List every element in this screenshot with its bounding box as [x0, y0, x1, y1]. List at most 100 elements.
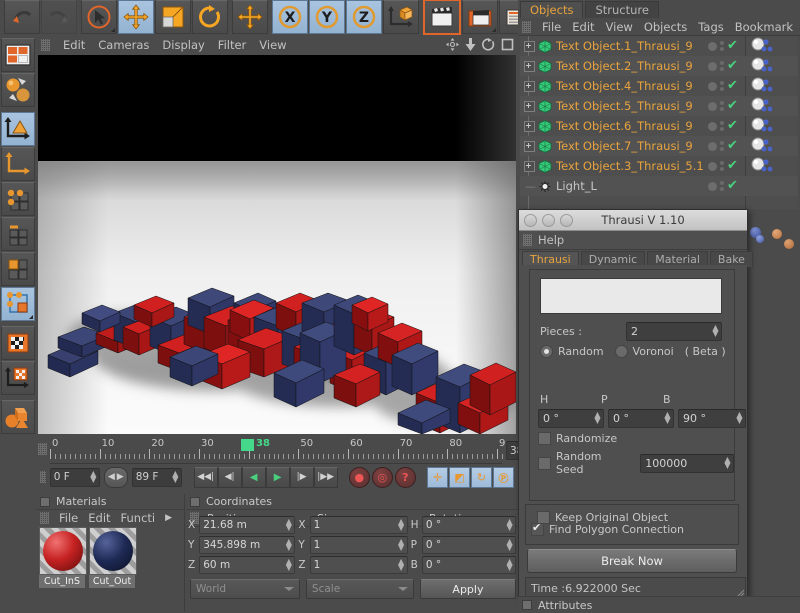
thrausi-dialog[interactable]: Thrausi V 1.10 Help Thrausi Dynamic Mate… [518, 209, 753, 600]
materials-grip[interactable] [40, 512, 49, 524]
move-axis-icon[interactable] [232, 0, 268, 34]
enable-dot[interactable] [708, 81, 717, 91]
rotation-b-stepper[interactable]: ▲ ▼ [506, 558, 513, 572]
rotation-p-stepper[interactable]: ▲ ▼ [506, 538, 513, 552]
visibility-dots[interactable] [720, 161, 724, 171]
table-row[interactable]: Text Object.3_Thrausi_5.1 ✔ [520, 156, 798, 176]
randomize-checkbox[interactable] [538, 432, 551, 445]
enable-dot[interactable] [708, 61, 717, 71]
play-forward-button[interactable]: ▶ [265, 466, 290, 488]
rotate-view-icon[interactable] [482, 38, 495, 51]
materials-menu-functions[interactable]: Functi [121, 511, 156, 525]
axis-y-icon[interactable]: Y [309, 0, 345, 34]
key-scale-button[interactable]: ◩ [449, 466, 470, 488]
find-polygon-checkbox[interactable] [531, 521, 544, 536]
enable-dot[interactable] [708, 101, 717, 111]
thrausi-titlebar[interactable]: Thrausi V 1.10 [519, 210, 747, 231]
visibility-dots[interactable] [720, 81, 724, 91]
angle-b-stepper[interactable]: ▲ ▼ [736, 411, 743, 425]
move-tool-icon[interactable] [118, 0, 154, 34]
select-tool-icon[interactable] [81, 0, 117, 34]
visibility-dots[interactable] [720, 41, 724, 51]
visibility-dots[interactable] [720, 181, 724, 191]
viewport-menu-cameras[interactable]: Cameras [98, 38, 149, 52]
axis-x-icon[interactable]: X [272, 0, 308, 34]
undo-icon[interactable] [4, 0, 40, 34]
position-z-stepper[interactable]: ▲ ▼ [285, 558, 292, 572]
texture-mode-icon[interactable] [1, 326, 35, 360]
timeline-controls-grip[interactable] [40, 471, 46, 483]
object-visibility-dots[interactable]: ✔ [708, 136, 738, 156]
position-y-field[interactable]: 345.898 m ▲ ▼ [199, 536, 296, 554]
step-back-button[interactable]: ◀| [217, 466, 242, 488]
rotation-b-field[interactable]: 0 ° ▲ ▼ [421, 556, 517, 574]
play-backwards-button[interactable]: ◀ [241, 466, 266, 488]
object-visibility-dots[interactable]: ✔ [708, 116, 738, 136]
visibility-dots[interactable] [720, 61, 724, 71]
object-tags[interactable] [751, 97, 797, 115]
key-position-button[interactable]: ✛ [427, 466, 448, 488]
size-mode-dropdown[interactable]: Scale [305, 579, 414, 599]
visibility-dots[interactable] [720, 101, 724, 111]
table-row[interactable]: Text Object.7_Thrausi_9 ✔ [520, 136, 798, 156]
attributes-collapse-icon[interactable] [522, 600, 532, 610]
pan-view-icon[interactable] [446, 38, 459, 51]
table-row[interactable]: Text Object.2_Thrausi_9 ✔ [520, 56, 798, 76]
key-rotation-button[interactable]: ↻ [471, 466, 492, 488]
table-row[interactable]: — Light_L ✔ [520, 176, 798, 196]
viewport-menu-filter[interactable]: Filter [218, 38, 246, 52]
object-visibility-dots[interactable]: ✔ [708, 156, 738, 176]
end-frame-stepper[interactable]: ▲ ▼ [172, 469, 179, 483]
texture-axis-icon[interactable] [1, 361, 35, 395]
uv-points-icon[interactable] [1, 287, 35, 321]
close-icon[interactable] [524, 213, 537, 227]
object-visibility-dots[interactable]: ✔ [708, 56, 738, 76]
pieces-field[interactable]: 2 ▲ ▼ [626, 322, 722, 341]
materials-menu-overflow-icon[interactable]: ▶ [165, 513, 172, 523]
random-radio[interactable] [540, 345, 553, 358]
object-tags[interactable] [751, 117, 797, 135]
viewport-grip[interactable] [41, 39, 50, 51]
current-frame-marker[interactable] [241, 439, 254, 451]
angle-p-stepper[interactable]: ▲ ▼ [664, 411, 671, 425]
thrausi-menu-help[interactable]: Help [538, 233, 564, 247]
objmgr-menu-view[interactable]: View [606, 20, 633, 34]
maximize-view-icon[interactable] [501, 38, 514, 51]
size-z-stepper[interactable]: ▲ ▼ [398, 558, 405, 572]
object-manager-grip[interactable] [522, 20, 531, 33]
size-y-field[interactable]: 1 ▲ ▼ [309, 536, 408, 554]
autokeying-button[interactable]: ◎ [371, 466, 393, 488]
model-axis-icon[interactable] [1, 147, 35, 181]
object-tags[interactable] [751, 137, 797, 155]
object-visibility-dots[interactable]: ✔ [708, 176, 738, 196]
render-view-icon[interactable] [423, 0, 461, 35]
random-seed-stepper[interactable]: ▲ ▼ [724, 455, 731, 469]
materials-menu-file[interactable]: File [59, 511, 78, 525]
objmgr-menu-tags[interactable]: Tags [698, 20, 723, 34]
position-y-stepper[interactable]: ▲ ▼ [285, 538, 292, 552]
expand-icon[interactable] [524, 100, 535, 112]
table-row[interactable]: Text Object.4_Thrausi_9 ✔ [520, 76, 798, 96]
deformers-icon[interactable] [1, 400, 35, 434]
material-swatch[interactable] [39, 527, 87, 575]
expand-icon[interactable] [524, 60, 535, 72]
keyframe-selection-button[interactable]: ? [394, 466, 416, 488]
enable-dot[interactable] [708, 141, 717, 151]
tab-structure[interactable]: Structure [585, 1, 659, 18]
position-x-stepper[interactable]: ▲ ▼ [285, 518, 292, 532]
end-frame-field[interactable]: 89 F ▲ ▼ [131, 467, 182, 487]
objmgr-menu-file[interactable]: File [542, 20, 561, 34]
object-tags[interactable] [751, 157, 797, 175]
key-parameter-button[interactable]: Ⓟ [493, 466, 514, 488]
minimize-icon[interactable] [542, 213, 555, 227]
angle-b-field[interactable]: 90 ° ▲ ▼ [678, 409, 746, 428]
make-editable-icon[interactable] [1, 112, 35, 146]
dolly-view-icon[interactable] [465, 38, 476, 51]
object-visibility-dots[interactable]: ✔ [708, 36, 738, 56]
frame-nudge-forward-button[interactable]: ▶ [117, 472, 124, 482]
position-z-field[interactable]: 60 m ▲ ▼ [199, 556, 296, 574]
start-frame-field[interactable]: 0 F ▲ ▼ [49, 467, 100, 487]
render-region-icon[interactable] [462, 0, 498, 34]
scale-tool-icon[interactable] [155, 0, 191, 34]
expand-icon[interactable] [524, 160, 535, 172]
